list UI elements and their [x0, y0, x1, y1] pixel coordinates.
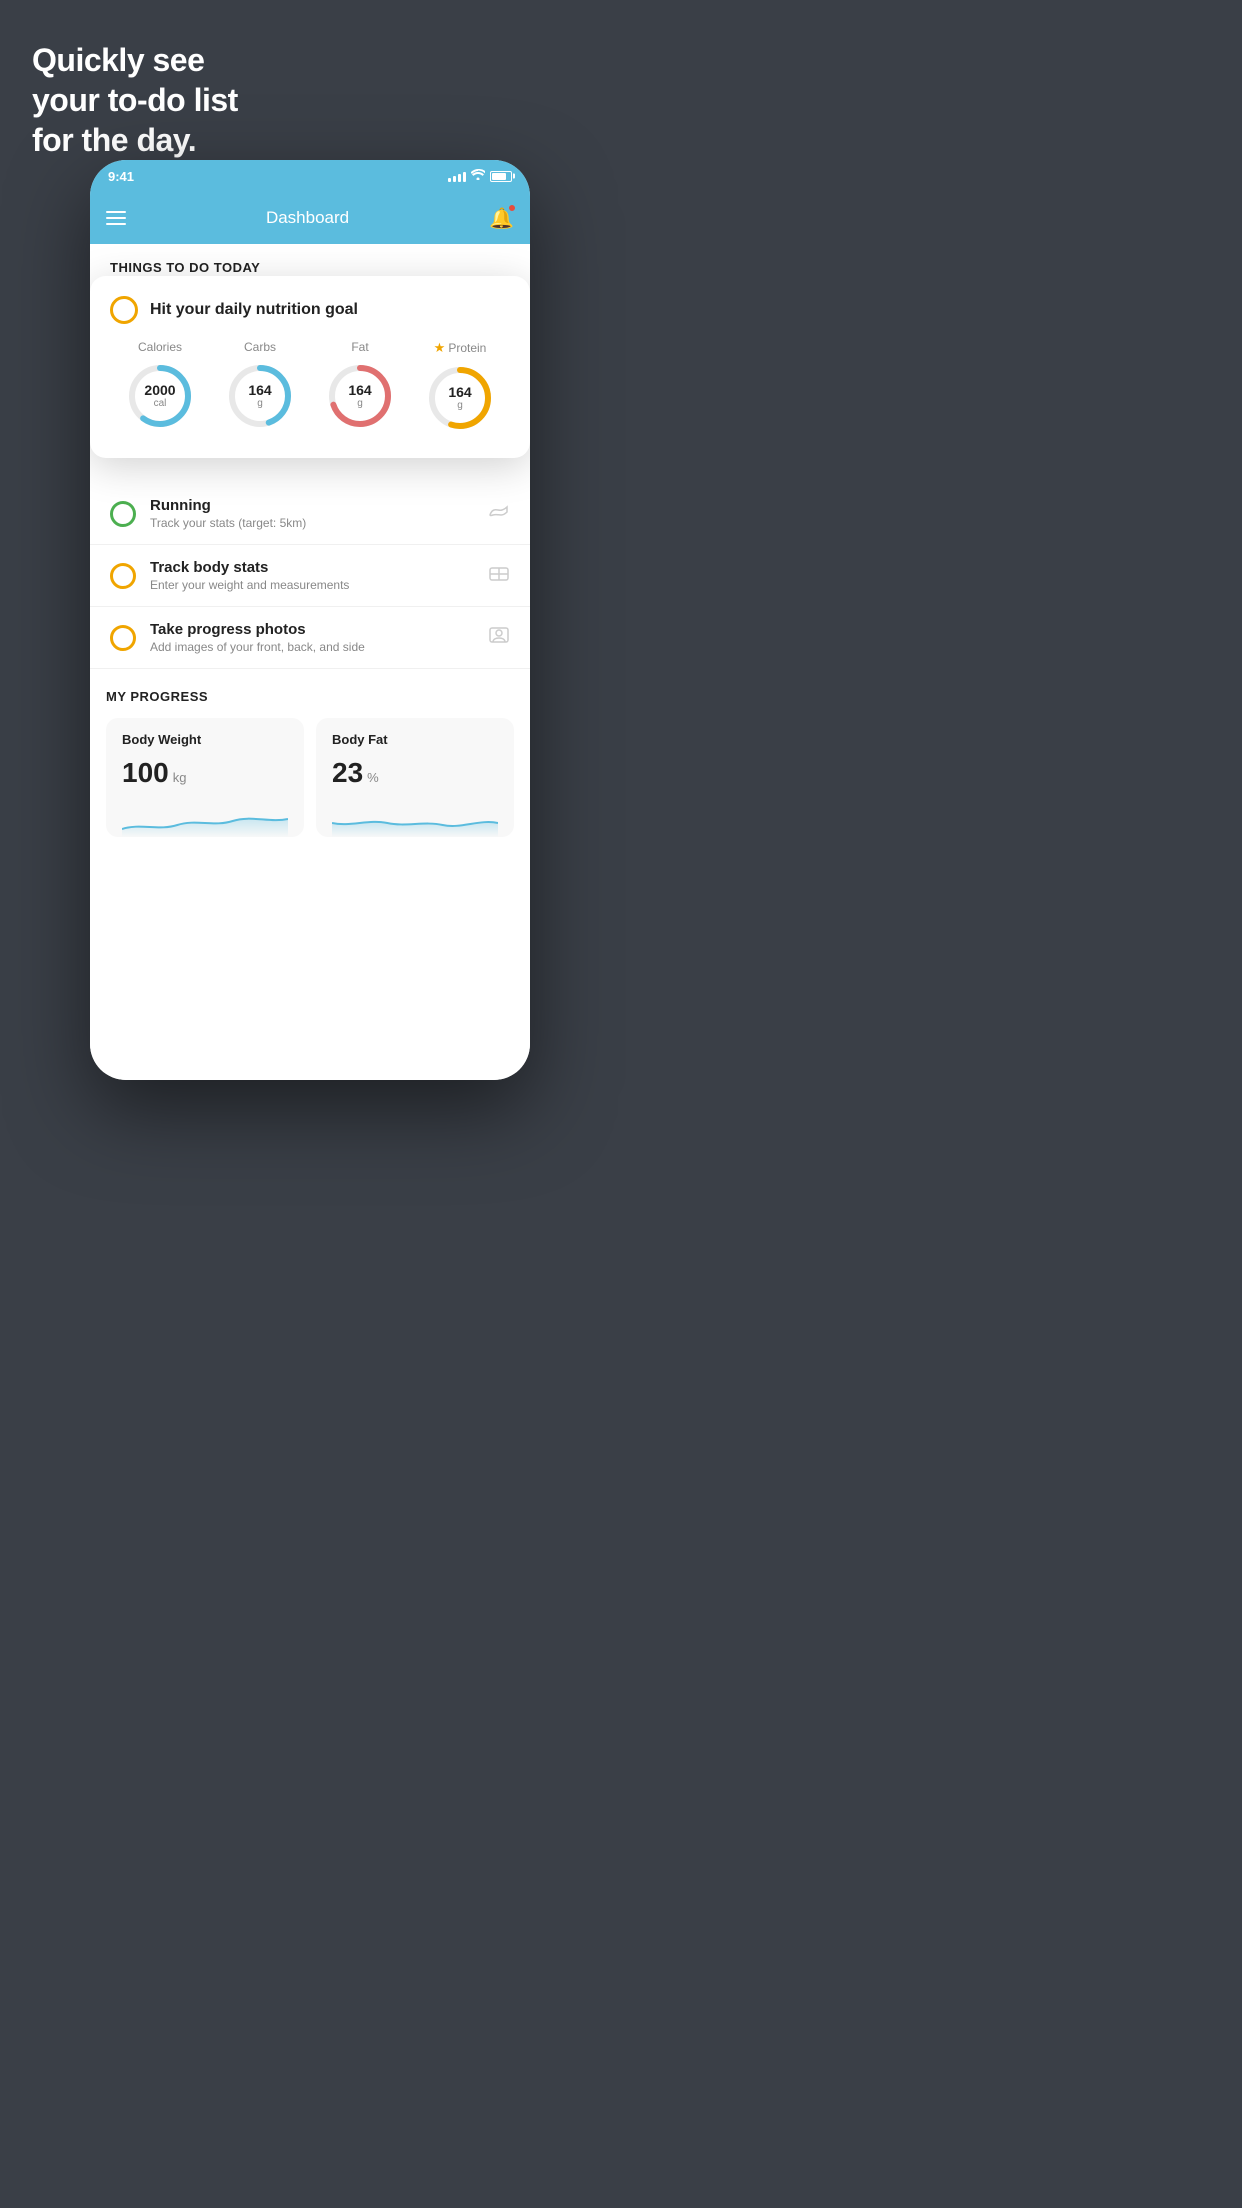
todo-title-photos: Take progress photos — [150, 621, 474, 638]
protein-label: ★ Protein — [434, 340, 487, 356]
battery-icon — [490, 171, 512, 182]
todo-checkbox-body-stats[interactable] — [110, 563, 136, 589]
todo-title-running: Running — [150, 497, 474, 514]
todo-checkbox-running[interactable] — [110, 501, 136, 527]
shoe-icon — [488, 502, 510, 525]
progress-title: MY PROGRESS — [106, 689, 514, 704]
todo-text-body-stats: Track body stats Enter your weight and m… — [150, 559, 474, 592]
nutrition-fat: Fat 164 g — [324, 340, 396, 432]
body-fat-value: 23 — [332, 757, 363, 789]
app-header: Dashboard 🔔 — [90, 192, 530, 244]
body-weight-unit: kg — [173, 770, 187, 785]
todo-item-body-stats[interactable]: Track body stats Enter your weight and m… — [90, 545, 530, 607]
card-checkbox[interactable] — [110, 296, 138, 324]
body-weight-value-row: 100 kg — [122, 757, 288, 789]
person-icon — [488, 626, 510, 649]
hero-text: Quickly see your to-do list for the day. — [32, 40, 238, 160]
todo-subtitle-running: Track your stats (target: 5km) — [150, 516, 474, 530]
calories-label: Calories — [138, 340, 182, 354]
fat-ring: 164 g — [324, 360, 396, 432]
phone-mockup: 9:41 Dashboard 🔔 — [90, 160, 530, 1080]
todo-checkbox-photos[interactable] — [110, 625, 136, 651]
signal-icon — [448, 170, 466, 182]
notification-dot — [508, 204, 516, 212]
carbs-label: Carbs — [244, 340, 276, 354]
nutrition-card: Hit your daily nutrition goal Calories 2… — [90, 276, 530, 458]
status-icons — [448, 169, 512, 183]
todo-list: Running Track your stats (target: 5km) T… — [90, 483, 530, 669]
nutrition-carbs: Carbs 164 g — [224, 340, 296, 432]
nutrition-protein: ★ Protein 164 g — [424, 340, 496, 434]
todo-item-photos[interactable]: Take progress photos Add images of your … — [90, 607, 530, 669]
phone-content: THINGS TO DO TODAY Hit your daily nutrit… — [90, 244, 530, 1080]
body-fat-card: Body Fat 23 % — [316, 718, 514, 837]
protein-ring: 164 g — [424, 362, 496, 434]
status-time: 9:41 — [108, 169, 134, 184]
todo-subtitle-body-stats: Enter your weight and measurements — [150, 578, 474, 592]
todo-subtitle-photos: Add images of your front, back, and side — [150, 640, 474, 654]
body-fat-chart — [332, 801, 498, 837]
todo-title-body-stats: Track body stats — [150, 559, 474, 576]
fat-label: Fat — [351, 340, 368, 354]
todo-text-running: Running Track your stats (target: 5km) — [150, 497, 474, 530]
progress-cards: Body Weight 100 kg — [106, 718, 514, 837]
calories-ring: 2000 cal — [124, 360, 196, 432]
todo-item-running[interactable]: Running Track your stats (target: 5km) — [90, 483, 530, 545]
body-fat-value-row: 23 % — [332, 757, 498, 789]
status-bar: 9:41 — [90, 160, 530, 192]
body-weight-chart — [122, 801, 288, 837]
todo-text-photos: Take progress photos Add images of your … — [150, 621, 474, 654]
body-weight-label: Body Weight — [122, 732, 288, 747]
body-fat-unit: % — [367, 770, 379, 785]
carbs-ring: 164 g — [224, 360, 296, 432]
progress-section: MY PROGRESS Body Weight 100 kg — [90, 669, 530, 849]
notification-bell[interactable]: 🔔 — [489, 206, 514, 231]
body-weight-card: Body Weight 100 kg — [106, 718, 304, 837]
scale-icon — [488, 564, 510, 587]
body-fat-label: Body Fat — [332, 732, 498, 747]
header-title: Dashboard — [266, 208, 349, 228]
menu-button[interactable] — [106, 211, 126, 225]
wifi-icon — [471, 169, 485, 183]
nutrition-card-title: Hit your daily nutrition goal — [150, 301, 358, 319]
nutrition-row: Calories 2000 cal Carbs — [110, 340, 510, 434]
nutrition-calories: Calories 2000 cal — [124, 340, 196, 432]
body-weight-value: 100 — [122, 757, 169, 789]
star-icon: ★ — [434, 340, 446, 356]
